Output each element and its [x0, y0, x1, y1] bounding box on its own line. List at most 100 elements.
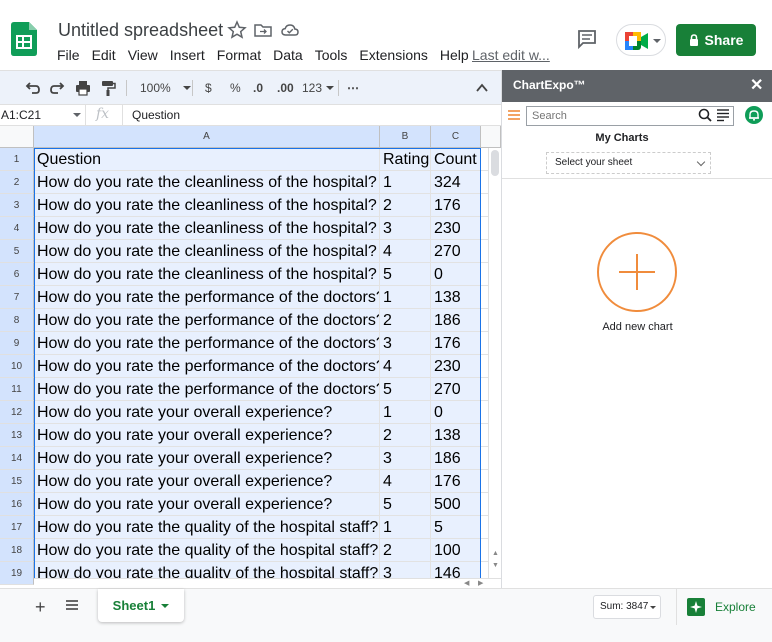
table-cell[interactable]: 2: [380, 539, 431, 562]
all-sheets-icon[interactable]: [66, 599, 78, 611]
vertical-scrollbar[interactable]: ▲ ▼: [488, 148, 501, 578]
scroll-down-arrow-icon[interactable]: ▼: [492, 562, 499, 569]
more-options-button[interactable]: ⋯: [347, 79, 359, 97]
table-cell[interactable]: How do you rate the performance of the d…: [34, 378, 380, 401]
table-cell[interactable]: How do you rate the cleanliness of the h…: [34, 217, 380, 240]
table-cell[interactable]: 3: [380, 217, 431, 240]
sheet-tab-sheet1[interactable]: Sheet1: [98, 589, 184, 622]
table-cell[interactable]: Count: [431, 148, 481, 171]
redo-icon[interactable]: [50, 79, 66, 97]
add-sheet-icon[interactable]: +: [35, 597, 46, 618]
zoom-select[interactable]: 100%: [140, 79, 191, 97]
share-button[interactable]: Share: [676, 24, 756, 56]
panel-close-icon[interactable]: ✕: [750, 75, 763, 95]
row-header[interactable]: 13: [0, 424, 34, 447]
column-header-d[interactable]: [481, 126, 501, 148]
table-cell[interactable]: 0: [431, 401, 481, 424]
table-cell[interactable]: 5: [380, 378, 431, 401]
table-cell[interactable]: 100: [431, 539, 481, 562]
row-header[interactable]: 15: [0, 470, 34, 493]
sum-summary-box[interactable]: Sum: 3847: [593, 595, 661, 619]
table-cell[interactable]: 2: [380, 424, 431, 447]
table-cell[interactable]: How do you rate your overall experience?: [34, 424, 380, 447]
table-cell[interactable]: How do you rate the quality of the hospi…: [34, 539, 380, 562]
table-cell[interactable]: 1: [380, 516, 431, 539]
scroll-up-arrow-icon[interactable]: ▲: [492, 550, 499, 557]
table-cell[interactable]: How do you rate your overall experience?: [34, 447, 380, 470]
row-header[interactable]: 2: [0, 171, 34, 194]
menu-file[interactable]: File: [57, 46, 80, 64]
table-cell[interactable]: How do you rate the performance of the d…: [34, 332, 380, 355]
currency-format-button[interactable]: $: [205, 79, 212, 97]
paint-format-icon[interactable]: [100, 79, 116, 97]
row-header[interactable]: 1: [0, 148, 34, 171]
table-cell[interactable]: 186: [431, 309, 481, 332]
row-header[interactable]: 18: [0, 539, 34, 562]
menu-tools[interactable]: Tools: [315, 46, 348, 64]
table-cell[interactable]: How do you rate the cleanliness of the h…: [34, 194, 380, 217]
row-header[interactable]: 9: [0, 332, 34, 355]
row-header[interactable]: 5: [0, 240, 34, 263]
table-cell[interactable]: How do you rate the performance of the d…: [34, 309, 380, 332]
table-cell[interactable]: 5: [431, 516, 481, 539]
formula-input[interactable]: Question: [122, 105, 500, 125]
column-header-a[interactable]: A: [34, 126, 380, 148]
table-cell[interactable]: 230: [431, 217, 481, 240]
increase-decimal-button[interactable]: .00: [277, 79, 294, 97]
sheet-select-dropdown[interactable]: Select your sheet: [546, 152, 711, 174]
cloud-saved-icon[interactable]: [280, 20, 300, 40]
undo-icon[interactable]: [24, 79, 40, 97]
table-cell[interactable]: 176: [431, 470, 481, 493]
search-icon[interactable]: [698, 108, 712, 122]
menu-format[interactable]: Format: [217, 46, 261, 64]
table-cell[interactable]: 2: [380, 194, 431, 217]
table-cell[interactable]: 1: [380, 171, 431, 194]
table-cell[interactable]: 176: [431, 194, 481, 217]
select-all-corner[interactable]: [0, 126, 34, 148]
table-cell[interactable]: 138: [431, 286, 481, 309]
table-cell[interactable]: How do you rate the performance of the d…: [34, 286, 380, 309]
table-cell[interactable]: How do you rate the quality of the hospi…: [34, 516, 380, 539]
print-icon[interactable]: [75, 79, 91, 97]
table-cell[interactable]: How do you rate your overall experience?: [34, 401, 380, 424]
row-header[interactable]: 19: [0, 562, 34, 585]
table-cell[interactable]: How do you rate your overall experience?: [34, 470, 380, 493]
menu-extensions[interactable]: Extensions: [359, 46, 427, 64]
table-cell[interactable]: 5: [380, 493, 431, 516]
table-cell[interactable]: 1: [380, 401, 431, 424]
scroll-right-arrow-icon[interactable]: ▶: [478, 579, 483, 587]
panel-menu-icon[interactable]: [507, 108, 521, 122]
table-cell[interactable]: How do you rate the cleanliness of the h…: [34, 171, 380, 194]
row-header[interactable]: 17: [0, 516, 34, 539]
row-header[interactable]: 16: [0, 493, 34, 516]
sheets-logo-icon[interactable]: [11, 22, 37, 56]
table-cell[interactable]: 3: [380, 332, 431, 355]
table-cell[interactable]: 2: [380, 309, 431, 332]
table-cell[interactable]: 0: [431, 263, 481, 286]
table-cell[interactable]: 176: [431, 332, 481, 355]
menu-insert[interactable]: Insert: [170, 46, 205, 64]
column-header-b[interactable]: B: [380, 126, 431, 148]
menu-help[interactable]: Help: [440, 46, 469, 64]
document-title[interactable]: Untitled spreadsheet: [58, 20, 223, 41]
add-new-chart-button[interactable]: [597, 232, 677, 312]
menu-data[interactable]: Data: [273, 46, 303, 64]
row-header[interactable]: 14: [0, 447, 34, 470]
table-cell[interactable]: 186: [431, 447, 481, 470]
table-cell[interactable]: Rating: [380, 148, 431, 171]
table-cell[interactable]: How do you rate the cleanliness of the h…: [34, 263, 380, 286]
column-header-c[interactable]: C: [431, 126, 481, 148]
row-header[interactable]: 3: [0, 194, 34, 217]
table-cell[interactable]: 138: [431, 424, 481, 447]
vertical-scroll-thumb[interactable]: [491, 150, 499, 176]
table-cell[interactable]: 270: [431, 240, 481, 263]
explore-button[interactable]: Explore: [676, 589, 772, 625]
table-cell[interactable]: 324: [431, 171, 481, 194]
table-cell[interactable]: Question: [34, 148, 380, 171]
table-cell[interactable]: 4: [380, 240, 431, 263]
horizontal-scrollbar[interactable]: ◀ ▶: [34, 578, 501, 588]
row-header[interactable]: 10: [0, 355, 34, 378]
decrease-decimal-button[interactable]: .0: [253, 79, 263, 97]
sort-list-icon[interactable]: [716, 108, 730, 122]
menu-edit[interactable]: Edit: [92, 46, 116, 64]
